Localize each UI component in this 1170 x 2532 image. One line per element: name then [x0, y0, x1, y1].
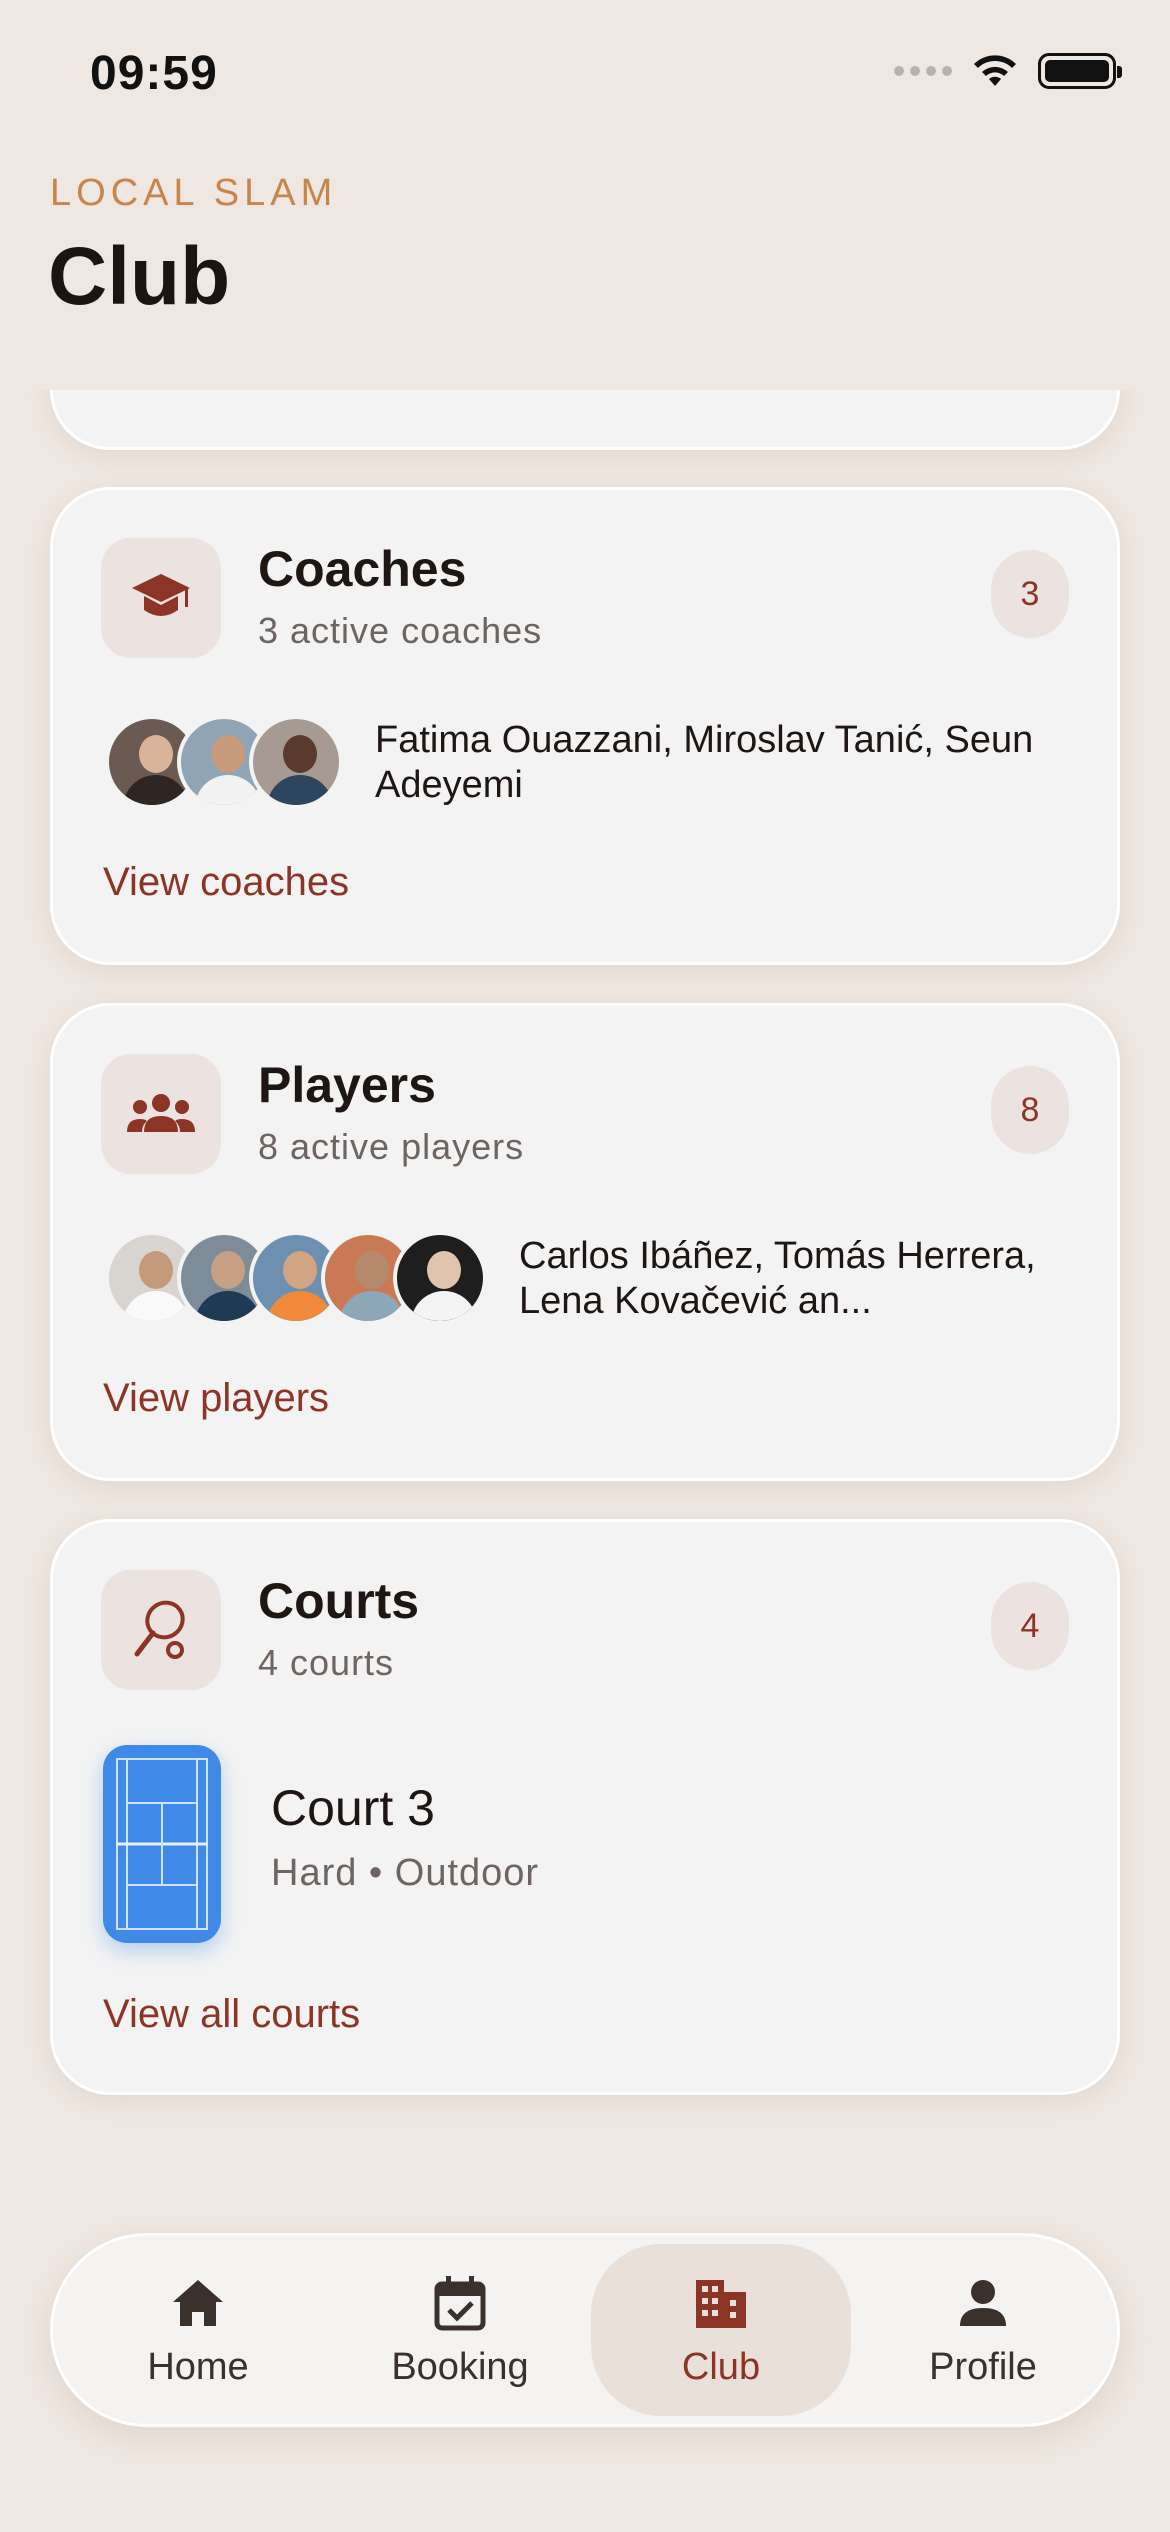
- court-meta: Hard • Outdoor: [271, 1852, 540, 1894]
- tab-booking[interactable]: Booking: [330, 2244, 590, 2416]
- building-icon: [696, 2279, 746, 2328]
- tab-profile-label: Profile: [929, 2345, 1037, 2388]
- coaches-count-badge: 3: [991, 550, 1069, 638]
- courts-title: Courts: [258, 1573, 420, 1629]
- status-time: 09:59: [90, 47, 218, 100]
- wifi-icon: [974, 55, 1016, 86]
- group-icon: [101, 1054, 221, 1174]
- cellular-signal-icon: [894, 66, 952, 76]
- coaches-card-header: Coaches 3 active coaches 3: [101, 538, 1069, 658]
- courts-card-header: Courts 4 courts 4: [101, 1570, 1069, 1690]
- view-players-link[interactable]: View players: [103, 1376, 329, 1421]
- home-icon: [173, 2279, 223, 2326]
- page-header: LOCAL SLAM Club: [0, 150, 1170, 390]
- view-coaches-link[interactable]: View coaches: [103, 860, 349, 905]
- players-subtitle: 8 active players: [258, 1126, 525, 1167]
- coach-avatars: [105, 715, 343, 809]
- avatar: [249, 715, 343, 809]
- tab-home-label: Home: [147, 2345, 249, 2388]
- page-title: Club: [48, 231, 231, 322]
- coach-names: Fatima Ouazzani, Miroslav Tanić, Seun Ad…: [375, 719, 1034, 806]
- avatar: [393, 1231, 487, 1325]
- coaches-subtitle: 3 active coaches: [258, 610, 543, 651]
- players-card[interactable]: Players 8 active players 8 Carlos Ibáñez…: [50, 1003, 1120, 1481]
- court-name[interactable]: Court 3: [271, 1779, 435, 1837]
- tab-club-label: Club: [681, 2345, 761, 2388]
- tennis-racket-icon: [101, 1570, 221, 1690]
- person-icon: [960, 2279, 1006, 2326]
- calendar-check-icon: [434, 2275, 486, 2330]
- player-names: Carlos Ibáñez, Tomás Herrera, Lena Kovač…: [519, 1235, 1036, 1322]
- tab-club[interactable]: Club: [591, 2244, 851, 2416]
- tab-home[interactable]: Home: [68, 2244, 328, 2416]
- courts-count-badge: 4: [991, 1582, 1069, 1670]
- view-all-courts-link[interactable]: View all courts: [103, 1992, 360, 2037]
- player-avatars: [105, 1231, 487, 1325]
- tab-booking-label: Booking: [391, 2345, 529, 2388]
- courts-subtitle: 4 courts: [258, 1642, 395, 1683]
- players-card-header: Players 8 active players 8: [101, 1054, 1069, 1174]
- status-icons: [894, 52, 1122, 90]
- graduation-cap-icon: [101, 538, 221, 658]
- tennis-court-icon: [103, 1745, 221, 1943]
- status-bar: 09:59: [0, 0, 1170, 150]
- battery-icon: [1038, 53, 1122, 89]
- coaches-card[interactable]: Coaches 3 active coaches 3 Fatima Ouazza…: [50, 487, 1120, 965]
- players-title: Players: [258, 1057, 436, 1113]
- coaches-title: Coaches: [258, 541, 467, 597]
- courts-card[interactable]: Courts 4 courts 4 Court 3 Hard • Outdoor…: [50, 1519, 1120, 2095]
- players-count-badge: 8: [991, 1066, 1069, 1154]
- tab-profile[interactable]: Profile: [853, 2244, 1113, 2416]
- bottom-tab-bar: Home Booking Club Profile: [50, 2233, 1120, 2427]
- club-name-eyebrow: LOCAL SLAM: [50, 172, 338, 214]
